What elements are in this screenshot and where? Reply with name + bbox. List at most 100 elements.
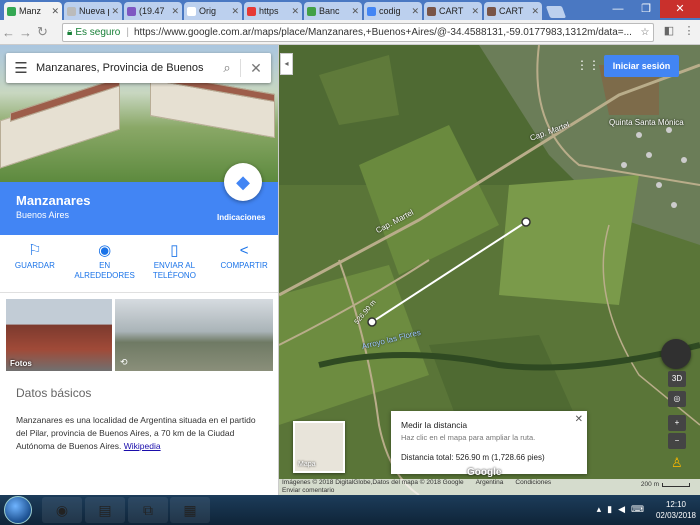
tab-close-icon[interactable]: ✕: [351, 6, 359, 17]
language-icon[interactable]: ⌨: [631, 504, 644, 515]
toolbar: ← → ↻ 🔒︎ Es seguro | https://www.google.…: [0, 20, 700, 45]
network-icon[interactable]: ▮: [607, 504, 612, 515]
location-favicon-icon: [247, 6, 256, 16]
system-tray: ▴ ▮ ◀ ⌨: [597, 504, 644, 515]
tab-title: CART: [499, 6, 524, 16]
reload-icon[interactable]: ↻: [34, 24, 51, 40]
address-bar[interactable]: 🔒︎ Es seguro | https://www.google.com.ar…: [62, 23, 654, 42]
volume-icon[interactable]: ◀: [618, 504, 625, 515]
chrome-taskbar-icon[interactable]: ◉: [42, 497, 82, 523]
tab-close-icon[interactable]: ✕: [111, 6, 119, 17]
imagery-credit: Imágenes © 2018 DigitalGlobe,Datos del m…: [282, 479, 464, 486]
photos-label: Fotos: [10, 359, 32, 368]
menu-icon[interactable]: ☰: [6, 59, 36, 77]
nearby-button[interactable]: ◉ EN ALREDEDORES: [70, 241, 140, 292]
search-box: ☰ Manzanares, Provincia de Buenos ⌕ ✕: [6, 53, 271, 83]
window-controls: — ❐ ✕: [604, 0, 700, 18]
tab-banco[interactable]: Banc ✕: [304, 2, 362, 20]
tab-maps[interactable]: Manz ✕: [4, 2, 62, 20]
tab-cart-2[interactable]: CART ✕: [484, 2, 542, 20]
tab-mail[interactable]: (19.47 ✕: [124, 2, 182, 20]
clear-search-icon[interactable]: ✕: [241, 60, 271, 77]
clock-date: 02/03/2018: [655, 511, 696, 520]
forward-icon[interactable]: →: [17, 25, 34, 40]
start-button[interactable]: [4, 496, 32, 524]
network-taskbar-icon[interactable]: ⧉: [128, 497, 168, 523]
back-icon[interactable]: ←: [0, 25, 17, 40]
tab-orig[interactable]: Orig ✕: [184, 2, 242, 20]
place-panel: ☰ Manzanares, Provincia de Buenos ⌕ ✕ Ma…: [0, 45, 279, 495]
compass-icon[interactable]: [661, 339, 691, 369]
menu-icon[interactable]: ⋮: [682, 24, 696, 40]
system-clock[interactable]: 12:10 02/03/2018: [656, 499, 696, 521]
directions-button[interactable]: ◆: [224, 163, 262, 201]
tray-arrow-icon[interactable]: ▴: [597, 504, 602, 515]
scale-line: [662, 482, 690, 487]
close-measure-icon[interactable]: ✕: [575, 414, 583, 425]
save-button[interactable]: ⚐ GUARDAR: [0, 241, 70, 292]
explorer-taskbar-icon[interactable]: ▤: [85, 497, 125, 523]
sign-in-button[interactable]: Iniciar sesión: [604, 55, 679, 77]
terms-link[interactable]: Condiciones: [515, 479, 551, 487]
zoom-out-button[interactable]: −: [668, 433, 686, 449]
measure-title: Medir la distancia: [401, 420, 468, 430]
tab-close-icon[interactable]: ✕: [291, 6, 299, 17]
tab-close-icon[interactable]: ✕: [51, 6, 59, 17]
maximize-icon[interactable]: ❐: [632, 0, 660, 18]
tab-title: Banc: [319, 6, 340, 16]
photo-360-thumbnail[interactable]: ⟲: [115, 299, 273, 371]
send-to-phone-button[interactable]: ▯ ENVIAR AL TELÉFONO: [140, 241, 210, 292]
url-text[interactable]: https://www.google.com.ar/maps/place/Man…: [134, 27, 637, 38]
arba-favicon-icon: [487, 6, 496, 16]
action-label: EN ALREDEDORES: [74, 261, 135, 280]
scale-bar[interactable]: 200 m: [641, 481, 690, 488]
page-favicon-icon: [67, 6, 76, 16]
tab-cart-1[interactable]: CART ✕: [424, 2, 482, 20]
new-tab-button[interactable]: [545, 6, 567, 18]
excel-taskbar-icon[interactable]: ▦: [170, 497, 210, 523]
search-input[interactable]: Manzanares, Provincia de Buenos: [36, 62, 214, 74]
apps-grid-icon[interactable]: ⋮⋮⋮: [576, 59, 612, 73]
action-label: GUARDAR: [14, 261, 55, 270]
tab-title: https: [259, 6, 279, 16]
search-icon[interactable]: ⌕: [214, 60, 240, 76]
tab-title: Manz: [19, 6, 42, 16]
collapse-panel-button[interactable]: ◂: [280, 53, 293, 75]
share-button[interactable]: < COMPARTIR: [209, 241, 278, 292]
tab-title: CART: [439, 6, 464, 16]
extension-icon[interactable]: ◧: [662, 24, 676, 40]
place-subtitle: Buenos Aires: [16, 210, 70, 220]
tab-close-icon[interactable]: ✕: [231, 6, 239, 17]
my-location-icon[interactable]: ◎: [668, 391, 686, 407]
map-canvas[interactable]: ⋮⋮⋮ Iniciar sesión Quinta Santa Mónica C…: [279, 45, 700, 495]
maps-favicon-icon: [7, 6, 16, 16]
map-label-quinta: Quinta Santa Mónica: [609, 118, 684, 127]
tab-https[interactable]: https ✕: [244, 2, 302, 20]
tab-close-icon[interactable]: ✕: [171, 6, 179, 17]
directions-label[interactable]: Indicaciones: [217, 213, 265, 222]
pegman-icon[interactable]: ♙: [671, 455, 683, 471]
minimize-icon[interactable]: —: [604, 0, 632, 18]
360-icon: ⟲: [120, 357, 128, 367]
tab-close-icon[interactable]: ✕: [411, 6, 419, 17]
tab-title: (19.47: [139, 6, 165, 16]
secure-label: Es seguro: [75, 27, 121, 38]
extensions: ◧ ⋮: [662, 24, 696, 40]
map-layer-toggle[interactable]: Mapa: [293, 421, 345, 473]
photo-thumbnail[interactable]: Fotos: [6, 299, 112, 371]
scale-label: 200 m: [640, 481, 659, 488]
wikipedia-link[interactable]: Wikipedia: [124, 441, 161, 451]
feedback-link[interactable]: Enviar comentario: [282, 487, 700, 495]
lock-icon: 🔒︎: [67, 27, 73, 38]
tilt-3d-button[interactable]: 3D: [668, 371, 686, 387]
tab-new-page[interactable]: Nueva pe✕: [64, 2, 122, 20]
tab-close-icon[interactable]: ✕: [471, 6, 479, 17]
tab-close-icon[interactable]: ✕: [531, 6, 539, 17]
zoom-in-button[interactable]: +: [668, 415, 686, 431]
action-label: COMPARTIR: [220, 261, 268, 270]
bookmark-star-icon[interactable]: ☆: [637, 27, 653, 38]
close-window-icon[interactable]: ✕: [660, 0, 700, 18]
google-favicon-icon: [367, 6, 376, 16]
share-icon: <: [239, 242, 249, 259]
tab-codigo[interactable]: codig ✕: [364, 2, 422, 20]
